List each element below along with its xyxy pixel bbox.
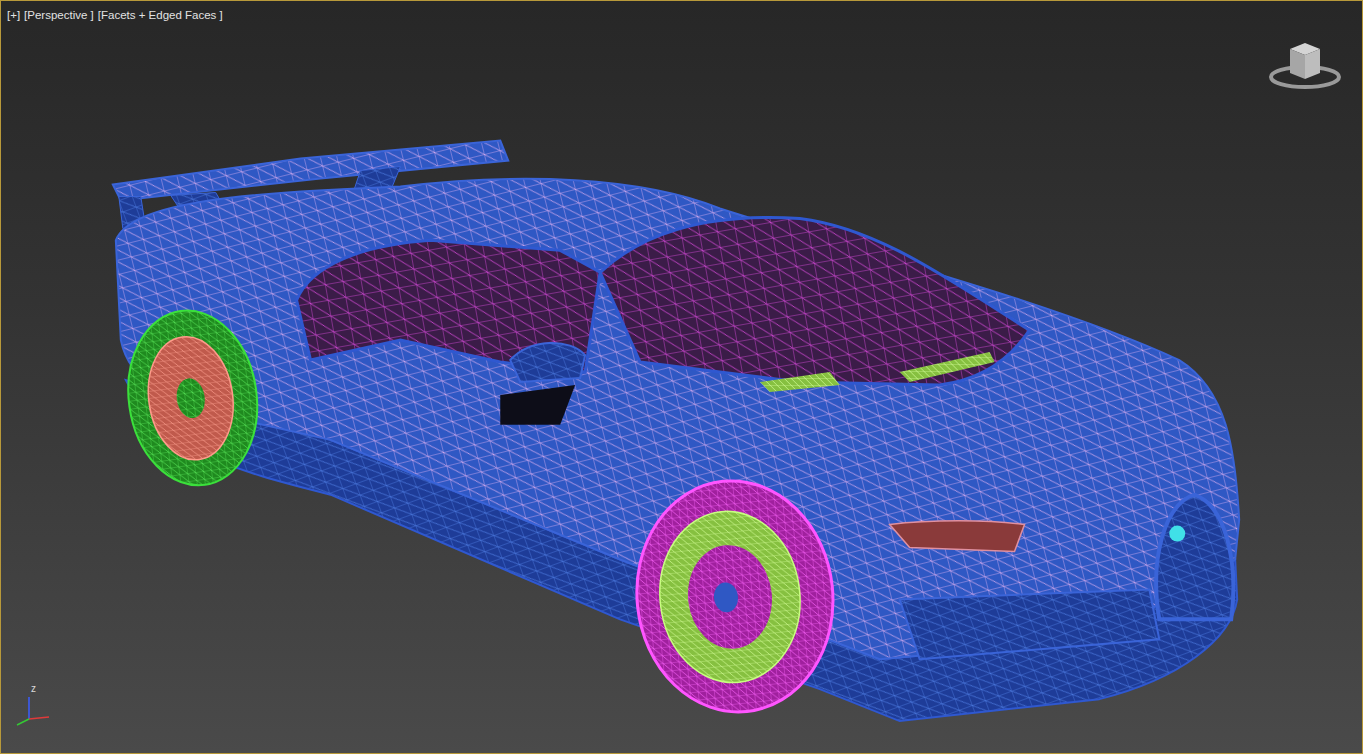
headlight [890,521,1025,552]
car-wireframe-model[interactable] [1,1,1362,753]
side-mirror [510,343,585,382]
front-grille [900,495,1234,660]
axis-label: z [31,683,36,695]
front-wheel [625,471,844,722]
side-intake [500,385,575,425]
viewport-label[interactable]: [Facets + Edged Faces ] [98,9,223,21]
viewport-label[interactable]: [Perspective ] [24,9,94,21]
axis-tripod-icon: z [9,689,59,729]
rear-wheel [117,302,268,494]
perspective-viewport[interactable]: [+] [Perspective ] [Facets + Edged Faces ]… [0,0,1363,754]
viewport-label[interactable]: [+] [7,9,20,21]
viewport-label-menu[interactable]: [+] [Perspective ] [Facets + Edged Faces ] [7,7,227,23]
windshield [600,217,1029,385]
wiper [900,352,995,382]
wiper [760,372,840,392]
viewcube-icon[interactable] [1268,39,1342,93]
